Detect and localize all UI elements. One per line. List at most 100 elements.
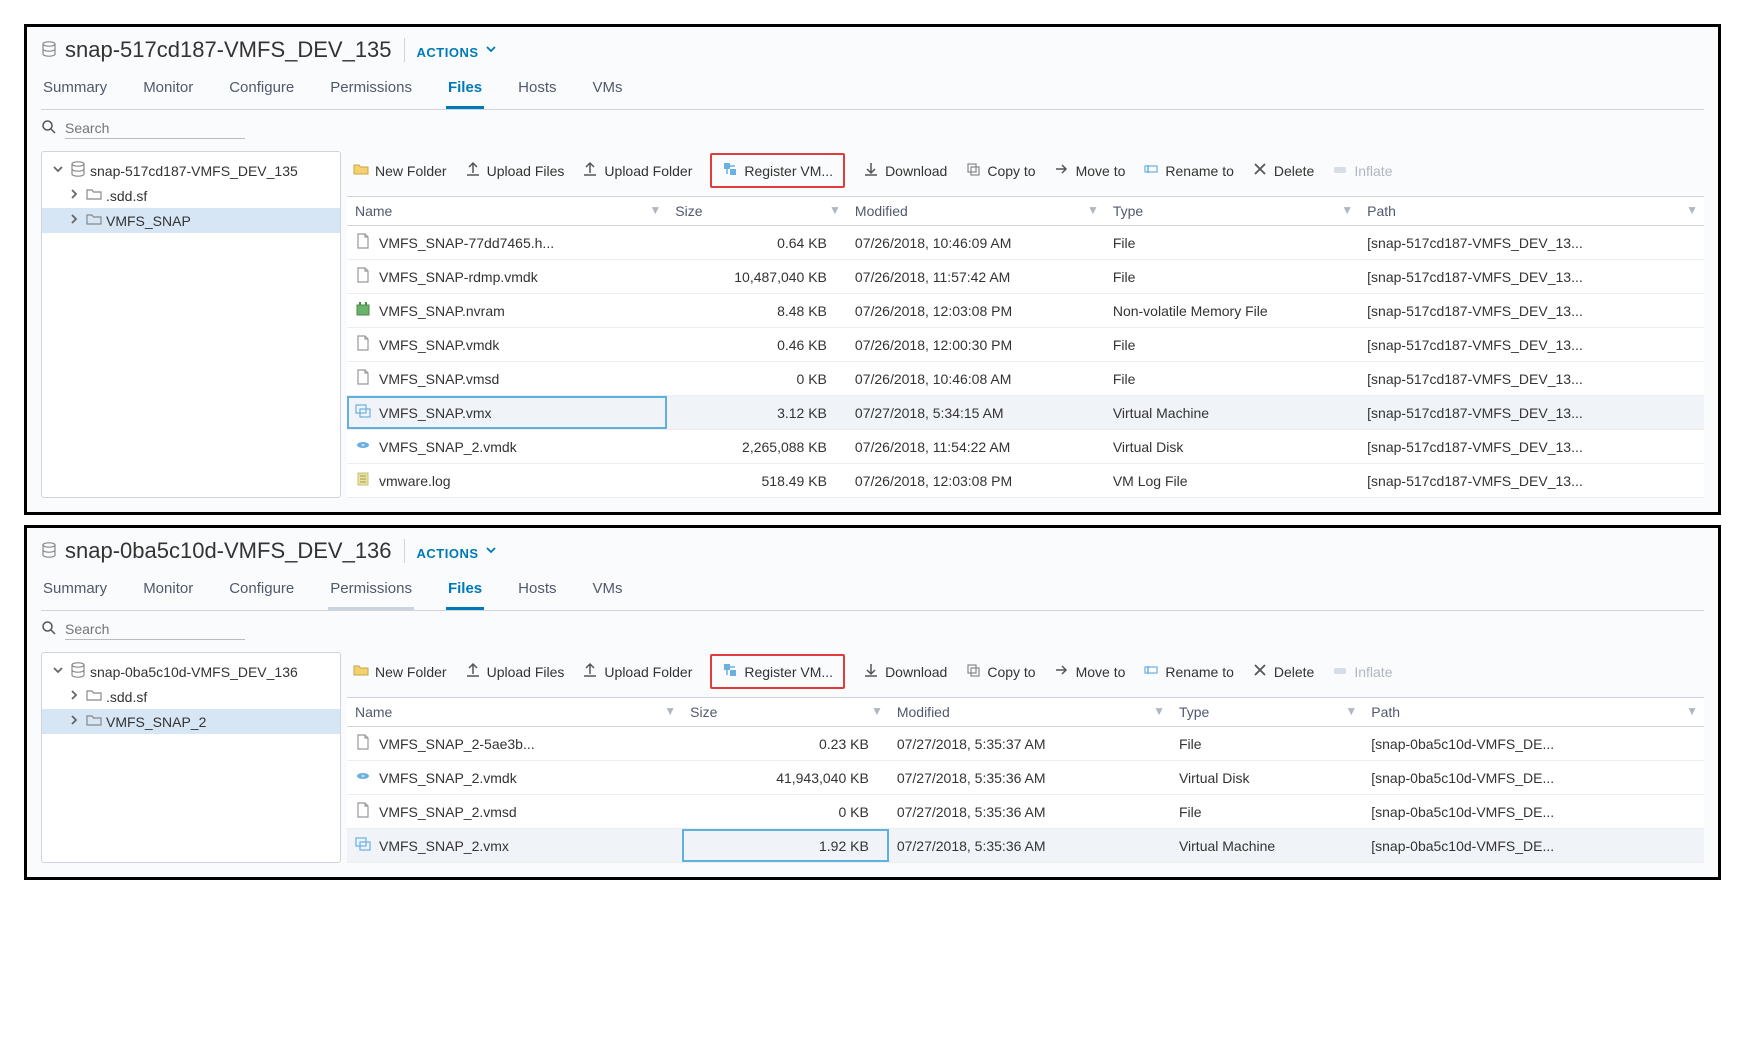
file-row[interactable]: vmware.log 518.49 KB07/26/2018, 12:03:08… <box>347 464 1704 498</box>
file-path: [snap-0ba5c10d-VMFS_DE... <box>1363 761 1704 795</box>
file-size: 518.49 KB <box>667 464 847 498</box>
toolbar-move-to[interactable]: Move to <box>1054 161 1126 180</box>
file-path: [snap-0ba5c10d-VMFS_DE... <box>1363 727 1704 761</box>
file-path: [snap-517cd187-VMFS_DEV_13... <box>1359 396 1704 430</box>
filter-icon[interactable]: ▼ <box>649 203 661 217</box>
tab-configure[interactable]: Configure <box>227 572 296 610</box>
chevron-right-icon[interactable] <box>66 211 82 230</box>
column-size[interactable]: Size ▼ <box>682 698 889 727</box>
toolbar-upload-files[interactable]: Upload Files <box>465 161 565 180</box>
filter-icon[interactable]: ▼ <box>1341 203 1353 217</box>
column-name[interactable]: Name ▼ <box>347 698 682 727</box>
file-type: Non-volatile Memory File <box>1105 294 1359 328</box>
page-title: snap-0ba5c10d-VMFS_DEV_136 <box>41 538 392 564</box>
column-type[interactable]: Type ▼ <box>1105 197 1359 226</box>
tab-files[interactable]: Files <box>446 572 484 610</box>
search-input[interactable] <box>65 619 245 640</box>
tab-summary[interactable]: Summary <box>41 572 109 610</box>
tree-folder[interactable]: VMFS_SNAP_2 <box>42 709 340 734</box>
file-table: Name ▼ Size ▼ Modified ▼ Type ▼ Path ▼ V… <box>347 697 1704 863</box>
tab-monitor[interactable]: Monitor <box>141 572 195 610</box>
chevron-right-icon[interactable] <box>66 687 82 706</box>
file-modified: 07/26/2018, 10:46:08 AM <box>847 362 1105 396</box>
tab-hosts[interactable]: Hosts <box>516 71 558 109</box>
filter-icon[interactable]: ▼ <box>829 203 841 217</box>
file-modified: 07/26/2018, 10:46:09 AM <box>847 226 1105 260</box>
tab-monitor[interactable]: Monitor <box>141 71 195 109</box>
actions-menu[interactable]: ACTIONS <box>417 542 499 561</box>
toolbar-upload-folder[interactable]: Upload Folder <box>582 161 692 180</box>
column-size[interactable]: Size ▼ <box>667 197 847 226</box>
tab-configure[interactable]: Configure <box>227 71 296 109</box>
file-path: [snap-517cd187-VMFS_DEV_13... <box>1359 430 1704 464</box>
toolbar-upload-folder[interactable]: Upload Folder <box>582 662 692 681</box>
file-size: 41,943,040 KB <box>682 761 889 795</box>
toolbar-rename-to[interactable]: Rename to <box>1143 161 1233 180</box>
folder-tree: snap-0ba5c10d-VMFS_DEV_136 .sdd.sf VMFS_… <box>41 652 341 863</box>
column-path[interactable]: Path ▼ <box>1363 698 1704 727</box>
datastore-name: snap-0ba5c10d-VMFS_DEV_136 <box>65 538 392 564</box>
tree-folder[interactable]: .sdd.sf <box>42 684 340 709</box>
column-modified[interactable]: Modified ▼ <box>847 197 1105 226</box>
tab-vms[interactable]: VMs <box>590 572 624 610</box>
tab-vms[interactable]: VMs <box>590 71 624 109</box>
column-name[interactable]: Name ▼ <box>347 197 667 226</box>
column-modified[interactable]: Modified ▼ <box>889 698 1171 727</box>
toolbar-copy-to[interactable]: Copy to <box>965 662 1035 681</box>
file-row[interactable]: VMFS_SNAP_2.vmsd 0 KB07/27/2018, 5:35:36… <box>347 795 1704 829</box>
column-path[interactable]: Path ▼ <box>1359 197 1704 226</box>
toolbar-delete[interactable]: Delete <box>1252 161 1314 180</box>
file-row[interactable]: VMFS_SNAP.vmdk 0.46 KB07/26/2018, 12:00:… <box>347 328 1704 362</box>
chevron-right-icon[interactable] <box>66 712 82 731</box>
file-row[interactable]: VMFS_SNAP_2.vmx 1.92 KB07/27/2018, 5:35:… <box>347 829 1704 863</box>
tree-folder[interactable]: VMFS_SNAP <box>42 208 340 233</box>
file-row[interactable]: VMFS_SNAP.nvram 8.48 KB07/26/2018, 12:03… <box>347 294 1704 328</box>
tab-files[interactable]: Files <box>446 71 484 109</box>
filter-icon[interactable]: ▼ <box>1686 203 1698 217</box>
toolbar-register-vm-[interactable]: Register VM... <box>710 153 845 188</box>
tab-summary[interactable]: Summary <box>41 71 109 109</box>
vmdk-icon <box>355 437 371 456</box>
toolbar-download[interactable]: Download <box>863 161 947 180</box>
toolbar-upload-files[interactable]: Upload Files <box>465 662 565 681</box>
vmdk-icon <box>355 768 371 787</box>
toolbar-download[interactable]: Download <box>863 662 947 681</box>
filter-icon[interactable]: ▼ <box>1686 704 1698 718</box>
file-toolbar: New Folder Upload Files Upload Folder Re… <box>347 151 1704 196</box>
tree-root[interactable]: snap-0ba5c10d-VMFS_DEV_136 <box>42 659 340 684</box>
filter-icon[interactable]: ▼ <box>1345 704 1357 718</box>
toolbar-new-folder[interactable]: New Folder <box>353 161 447 180</box>
tab-permissions[interactable]: Permissions <box>328 572 414 610</box>
filter-icon[interactable]: ▼ <box>871 704 883 718</box>
toolbar-new-folder[interactable]: New Folder <box>353 662 447 681</box>
search-input[interactable] <box>65 118 245 139</box>
tab-hosts[interactable]: Hosts <box>516 572 558 610</box>
toolbar-register-vm-[interactable]: Register VM... <box>710 654 845 689</box>
tab-permissions[interactable]: Permissions <box>328 71 414 109</box>
toolbar-move-to[interactable]: Move to <box>1054 662 1126 681</box>
filter-icon[interactable]: ▼ <box>664 704 676 718</box>
tree-root[interactable]: snap-517cd187-VMFS_DEV_135 <box>42 158 340 183</box>
toolbar-copy-to[interactable]: Copy to <box>965 161 1035 180</box>
chevron-right-icon[interactable] <box>66 186 82 205</box>
toolbar-delete[interactable]: Delete <box>1252 662 1314 681</box>
actions-menu[interactable]: ACTIONS <box>417 41 499 60</box>
file-row[interactable]: VMFS_SNAP.vmsd 0 KB07/26/2018, 10:46:08 … <box>347 362 1704 396</box>
file-row[interactable]: VMFS_SNAP-rdmp.vmdk 10,487,040 KB07/26/2… <box>347 260 1704 294</box>
chevron-down-icon[interactable] <box>50 662 66 681</box>
copy-icon <box>965 161 981 180</box>
inflate-icon <box>1332 161 1348 180</box>
column-type[interactable]: Type ▼ <box>1171 698 1363 727</box>
toolbar-rename-to[interactable]: Rename to <box>1143 662 1233 681</box>
file-name: VMFS_SNAP-rdmp.vmdk <box>379 269 538 285</box>
tree-folder[interactable]: .sdd.sf <box>42 183 340 208</box>
file-row[interactable]: VMFS_SNAP-77dd7465.h... 0.64 KB07/26/201… <box>347 226 1704 260</box>
file-row[interactable]: VMFS_SNAP.vmx 3.12 KB07/27/2018, 5:34:15… <box>347 396 1704 430</box>
filter-icon[interactable]: ▼ <box>1087 203 1099 217</box>
file-row[interactable]: VMFS_SNAP_2-5ae3b... 0.23 KB07/27/2018, … <box>347 727 1704 761</box>
filter-icon[interactable]: ▼ <box>1153 704 1165 718</box>
file-row[interactable]: VMFS_SNAP_2.vmdk 2,265,088 KB07/26/2018,… <box>347 430 1704 464</box>
file-type: File <box>1105 328 1359 362</box>
chevron-down-icon[interactable] <box>50 161 66 180</box>
file-row[interactable]: VMFS_SNAP_2.vmdk 41,943,040 KB07/27/2018… <box>347 761 1704 795</box>
